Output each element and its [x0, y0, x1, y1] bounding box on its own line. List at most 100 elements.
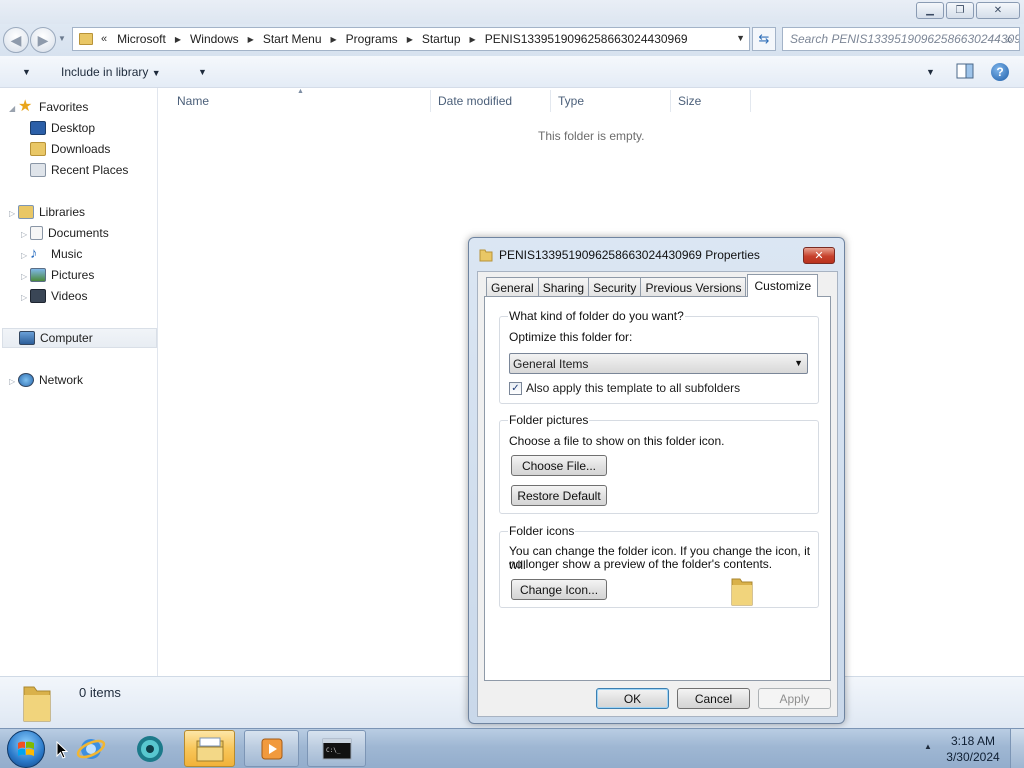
- recent-places-icon: [30, 163, 46, 177]
- close-window-button[interactable]: ✕: [976, 2, 1020, 19]
- breadcrumb-start-menu[interactable]: Start Menu: [263, 32, 322, 46]
- tab-general[interactable]: General: [486, 277, 539, 297]
- expand-arrow-icon[interactable]: ◢: [9, 104, 15, 113]
- folder-icon: [23, 686, 51, 722]
- change-icon-button[interactable]: Change Icon...: [511, 579, 607, 600]
- help-icon: ?: [991, 63, 1009, 81]
- expand-arrow-icon[interactable]: ▷: [9, 377, 15, 386]
- star-icon: ★: [18, 98, 33, 115]
- breadcrumb-separator-icon[interactable]: ▶: [175, 35, 181, 44]
- column-divider[interactable]: [750, 90, 751, 112]
- title-bar: ▁ ❐ ✕: [0, 0, 1024, 24]
- internet-explorer-icon: [76, 738, 106, 759]
- taskbar-internet-explorer[interactable]: [71, 730, 111, 767]
- minimize-button[interactable]: ▁: [916, 2, 944, 19]
- documents-icon: [30, 226, 43, 240]
- optimize-select[interactable]: General Items ▼: [509, 353, 808, 374]
- taskbar-media-app[interactable]: [130, 730, 170, 767]
- breadcrumb-separator-icon[interactable]: ▶: [331, 35, 337, 44]
- forward-button[interactable]: ▶: [30, 27, 56, 53]
- nav-recent-places[interactable]: Recent Places: [30, 160, 128, 180]
- folder-icons-group-title: Folder icons: [508, 524, 576, 538]
- expand-arrow-icon[interactable]: ▷: [21, 272, 27, 281]
- nav-desktop-label: Desktop: [51, 121, 96, 135]
- expand-arrow-icon[interactable]: ▷: [21, 251, 27, 260]
- back-arrow-icon: ◀: [10, 31, 22, 48]
- videos-icon: [30, 289, 46, 303]
- tab-previous-versions[interactable]: Previous Versions: [640, 277, 747, 297]
- address-dropdown-icon[interactable]: ▼: [736, 33, 745, 43]
- nav-pictures[interactable]: Pictures: [30, 265, 94, 285]
- address-bar[interactable]: « Microsoft ▶ Windows ▶ Start Menu ▶ Progra…: [72, 27, 750, 51]
- help-button[interactable]: ?: [991, 63, 1009, 81]
- share-dropdown-icon[interactable]: ▼: [198, 67, 207, 77]
- column-divider[interactable]: [550, 90, 551, 112]
- nav-downloads[interactable]: Downloads: [30, 139, 110, 159]
- clock[interactable]: 3:18 AM 3/30/2024: [940, 733, 1006, 765]
- tab-customize[interactable]: Customize: [747, 274, 819, 297]
- apply-button[interactable]: Apply: [758, 688, 831, 709]
- nav-music[interactable]: ♪ Music: [30, 244, 82, 264]
- apply-subfolders-checkbox[interactable]: ✓: [509, 381, 522, 395]
- start-button[interactable]: [7, 730, 45, 768]
- organize-dropdown-icon[interactable]: ▼: [22, 67, 31, 77]
- refresh-icon: ⇆: [758, 31, 770, 46]
- nav-libraries[interactable]: Libraries: [18, 202, 85, 222]
- show-hidden-icons-button[interactable]: ▲: [924, 742, 932, 751]
- column-header-date-modified[interactable]: Date modified: [438, 94, 512, 108]
- breadcrumb-programs[interactable]: Programs: [346, 32, 398, 46]
- navigation-pane: ◢ ★ Favorites Desktop Downloads Recent P…: [0, 88, 158, 676]
- cancel-button[interactable]: Cancel: [677, 688, 750, 709]
- refresh-button[interactable]: ⇆: [752, 27, 776, 51]
- item-count: 0 items: [79, 685, 121, 700]
- apply-subfolders-row[interactable]: ✓ Also apply this template to all subfol…: [509, 381, 740, 395]
- restore-default-button[interactable]: Restore Default: [511, 485, 607, 506]
- breadcrumb-windows[interactable]: Windows: [190, 32, 239, 46]
- nav-computer[interactable]: Computer: [2, 328, 157, 348]
- view-options-dropdown-icon[interactable]: ▼: [926, 67, 935, 77]
- restore-button[interactable]: ❐: [946, 2, 974, 19]
- column-header-name[interactable]: Name: [177, 94, 209, 108]
- folder-pictures-group-title: Folder pictures: [508, 413, 590, 427]
- nav-favorites-label: Favorites: [39, 100, 89, 114]
- address-overflow[interactable]: «: [101, 33, 107, 45]
- expand-arrow-icon[interactable]: ▷: [9, 209, 15, 218]
- nav-favorites[interactable]: ★ Favorites: [18, 97, 88, 117]
- breadcrumb-separator-icon[interactable]: ▶: [470, 35, 476, 44]
- recent-pages-dropdown[interactable]: ▼: [58, 34, 66, 43]
- taskbar-command-prompt[interactable]: C:\_: [307, 730, 366, 767]
- column-divider[interactable]: [670, 90, 671, 112]
- search-icon[interactable]: ⌕: [1006, 32, 1013, 47]
- choose-file-button[interactable]: Choose File...: [511, 455, 607, 476]
- column-header-size[interactable]: Size: [678, 94, 701, 108]
- back-button[interactable]: ◀: [3, 27, 29, 53]
- tab-security[interactable]: Security: [588, 277, 642, 297]
- breadcrumb-microsoft[interactable]: Microsoft: [117, 32, 166, 46]
- preview-pane-button[interactable]: [956, 63, 974, 82]
- folder-pictures-group: Folder pictures Choose a file to show on…: [499, 413, 819, 514]
- breadcrumb-current-folder[interactable]: PENIS1339519096258663024430969: [485, 32, 688, 46]
- column-divider[interactable]: [430, 90, 431, 112]
- nav-videos[interactable]: Videos: [30, 286, 87, 306]
- ok-button[interactable]: OK: [596, 688, 669, 709]
- column-header-type[interactable]: Type: [558, 94, 584, 108]
- search-input[interactable]: Search PENIS1339519096258663024430969 ⌕: [782, 27, 1020, 51]
- optimize-select-value: General Items: [513, 356, 589, 371]
- show-desktop-button[interactable]: [1010, 729, 1024, 768]
- tab-sharing[interactable]: Sharing: [537, 277, 590, 297]
- mouse-cursor-icon: [56, 741, 68, 759]
- breadcrumb-separator-icon[interactable]: ▶: [407, 35, 413, 44]
- folder-type-group-title: What kind of folder do you want?: [508, 309, 685, 323]
- expand-arrow-icon[interactable]: ▷: [21, 230, 27, 239]
- dialog-close-button[interactable]: ✕: [803, 247, 835, 264]
- expand-arrow-icon[interactable]: ▷: [21, 293, 27, 302]
- include-in-library-button[interactable]: Include in library ▼: [61, 65, 161, 79]
- breadcrumb-startup[interactable]: Startup: [422, 32, 461, 46]
- breadcrumb-separator-icon[interactable]: ▶: [248, 35, 254, 44]
- nav-network[interactable]: Network: [18, 370, 83, 390]
- taskbar-windows-explorer[interactable]: [184, 730, 235, 767]
- dialog-title: PENIS1339519096258663024430969 Propertie…: [499, 248, 760, 262]
- nav-desktop[interactable]: Desktop: [30, 118, 95, 138]
- taskbar-media-player[interactable]: [244, 730, 299, 767]
- nav-documents[interactable]: Documents: [30, 223, 109, 243]
